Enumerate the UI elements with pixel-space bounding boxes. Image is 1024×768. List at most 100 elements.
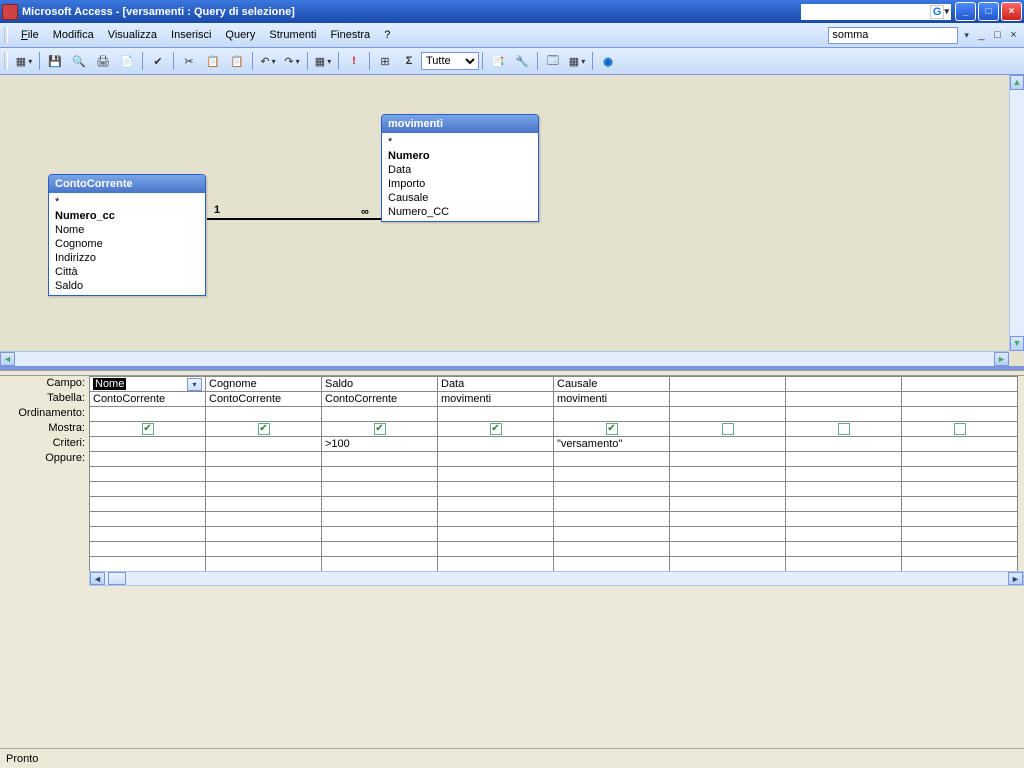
oppure-cell[interactable] <box>902 467 1018 482</box>
help-search-dropdown[interactable]: ▾ <box>964 30 969 41</box>
view-button[interactable]: ▦ <box>13 50 35 72</box>
mdi-minimize-button[interactable]: _ <box>975 29 988 41</box>
oppure-cell[interactable] <box>90 527 206 542</box>
scroll-right-button[interactable]: ► <box>994 352 1009 366</box>
grid-table[interactable]: Nome▾CognomeSaldoDataCausaleContoCorrent… <box>89 376 1018 572</box>
oppure-cell[interactable] <box>670 512 786 527</box>
ordinamento-cell[interactable] <box>670 407 786 422</box>
oppure-cell[interactable] <box>902 497 1018 512</box>
field-importo[interactable]: Importo <box>386 177 534 191</box>
oppure-cell[interactable] <box>206 542 322 557</box>
ordinamento-cell[interactable] <box>786 407 902 422</box>
menu-help[interactable]: ? <box>377 27 397 43</box>
show-checkbox[interactable]: ✔ <box>142 423 154 435</box>
field-nome[interactable]: Nome <box>53 223 201 237</box>
oppure-cell[interactable] <box>554 467 670 482</box>
oppure-cell[interactable] <box>322 512 438 527</box>
mostra-cell[interactable]: ✔ <box>554 422 670 437</box>
tabella-cell[interactable] <box>670 392 786 407</box>
ordinamento-cell[interactable] <box>902 407 1018 422</box>
diagram-hscrollbar[interactable]: ◄ ► <box>0 351 1009 366</box>
table-movimenti[interactable]: movimenti *NumeroDataImportoCausaleNumer… <box>381 114 539 222</box>
oppure-cell[interactable] <box>786 557 902 572</box>
show-checkbox[interactable]: ✔ <box>606 423 618 435</box>
tabella-cell[interactable]: movimenti <box>554 392 670 407</box>
oppure-cell[interactable] <box>322 467 438 482</box>
scroll-down-button[interactable]: ▼ <box>1010 336 1024 351</box>
show-checkbox[interactable]: ✔ <box>374 423 386 435</box>
oppure-cell[interactable] <box>786 497 902 512</box>
oppure-cell[interactable] <box>670 557 786 572</box>
table-movimenti-title[interactable]: movimenti <box>382 115 538 133</box>
campo-cell[interactable] <box>786 377 902 392</box>
tabella-cell[interactable] <box>902 392 1018 407</box>
field-data[interactable]: Data <box>386 163 534 177</box>
show-checkbox[interactable] <box>954 423 966 435</box>
oppure-cell[interactable] <box>902 512 1018 527</box>
preview-button[interactable]: 📄 <box>116 50 138 72</box>
oppure-cell[interactable] <box>670 482 786 497</box>
criteri-cell[interactable] <box>90 437 206 452</box>
ordinamento-cell[interactable] <box>90 407 206 422</box>
criteri-cell[interactable] <box>786 437 902 452</box>
oppure-cell[interactable] <box>90 512 206 527</box>
run-button[interactable]: ! <box>343 50 365 72</box>
field-causale[interactable]: Causale <box>386 191 534 205</box>
menu-query[interactable]: Query <box>218 27 262 43</box>
oppure-cell[interactable] <box>786 482 902 497</box>
table-contocorrente[interactable]: ContoCorrente *Numero_ccNomeCognomeIndir… <box>48 174 206 296</box>
field-città[interactable]: Città <box>53 265 201 279</box>
field-numero_cc[interactable]: Numero_CC <box>386 205 534 219</box>
campo-cell[interactable]: Saldo <box>322 377 438 392</box>
criteri-cell[interactable] <box>670 437 786 452</box>
oppure-cell[interactable] <box>670 527 786 542</box>
grid-scroll-right-button[interactable]: ► <box>1008 572 1023 585</box>
tabella-cell[interactable]: ContoCorrente <box>90 392 206 407</box>
oppure-cell[interactable] <box>554 512 670 527</box>
field-numero_cc[interactable]: Numero_cc <box>53 209 201 223</box>
mdi-close-button[interactable]: × <box>1007 29 1020 41</box>
oppure-cell[interactable] <box>554 557 670 572</box>
oppure-cell[interactable] <box>322 482 438 497</box>
oppure-cell[interactable] <box>90 467 206 482</box>
undo-button[interactable]: ↶ <box>257 50 279 72</box>
criteri-cell[interactable] <box>902 437 1018 452</box>
mostra-cell[interactable] <box>786 422 902 437</box>
oppure-cell[interactable] <box>554 482 670 497</box>
oppure-cell[interactable] <box>786 452 902 467</box>
grid-scroll-thumb[interactable] <box>108 572 126 585</box>
scroll-left-button[interactable]: ◄ <box>0 352 15 366</box>
field-saldo[interactable]: Saldo <box>53 279 201 293</box>
criteri-cell[interactable]: >100 <box>322 437 438 452</box>
show-checkbox[interactable] <box>838 423 850 435</box>
campo-cell[interactable]: Data <box>438 377 554 392</box>
oppure-cell[interactable] <box>438 542 554 557</box>
tabella-cell[interactable]: ContoCorrente <box>322 392 438 407</box>
menu-strumenti[interactable]: Strumenti <box>262 27 323 43</box>
criteri-cell[interactable] <box>206 437 322 452</box>
oppure-cell[interactable] <box>786 542 902 557</box>
toolbar-grip[interactable] <box>4 52 8 70</box>
save-button[interactable]: 💾 <box>44 50 66 72</box>
ordinamento-cell[interactable] <box>206 407 322 422</box>
oppure-cell[interactable] <box>438 527 554 542</box>
properties-button[interactable]: 📑 <box>487 50 509 72</box>
show-table-button[interactable]: ⊞ <box>374 50 396 72</box>
diagram-pane[interactable]: ContoCorrente *Numero_ccNomeCognomeIndir… <box>0 75 1024 370</box>
oppure-cell[interactable] <box>322 557 438 572</box>
ordinamento-cell[interactable] <box>554 407 670 422</box>
menu-inserisci[interactable]: Inserisci <box>164 27 218 43</box>
oppure-cell[interactable] <box>438 497 554 512</box>
oppure-cell[interactable] <box>206 557 322 572</box>
show-checkbox[interactable] <box>722 423 734 435</box>
oppure-cell[interactable] <box>554 527 670 542</box>
campo-cell[interactable]: Cognome <box>206 377 322 392</box>
menu-modifica[interactable]: Modifica <box>46 27 101 43</box>
copy-button[interactable]: 📋 <box>202 50 224 72</box>
help-search-input[interactable] <box>828 27 958 44</box>
maximize-button[interactable]: □ <box>978 2 999 21</box>
oppure-cell[interactable] <box>438 452 554 467</box>
field-*[interactable]: * <box>53 195 201 209</box>
mdi-restore-button[interactable]: □ <box>991 29 1004 41</box>
cut-button[interactable]: ✂ <box>178 50 200 72</box>
